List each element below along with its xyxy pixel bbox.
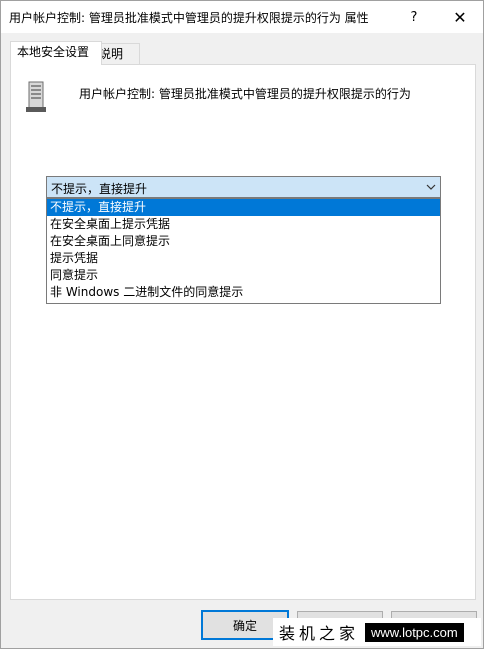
close-button[interactable]: ✕ bbox=[437, 1, 483, 33]
chevron-down-icon bbox=[426, 184, 436, 190]
setting-combobox[interactable]: 不提示，直接提升 bbox=[46, 176, 441, 198]
help-button[interactable]: ? bbox=[391, 1, 437, 33]
combobox-value: 不提示，直接提升 bbox=[51, 182, 148, 196]
properties-dialog: 用户帐户控制: 管理员批准模式中管理员的提升权限提示的行为 属性 ? ✕ 本地安… bbox=[0, 0, 484, 649]
option-prompt-credentials-secure-desktop[interactable]: 在安全桌面上提示凭据 bbox=[47, 216, 440, 233]
tab-local-security-setting[interactable]: 本地安全设置 bbox=[10, 41, 102, 65]
title-bar: 用户帐户控制: 管理员批准模式中管理员的提升权限提示的行为 属性 ? ✕ bbox=[1, 1, 483, 33]
help-icon: ? bbox=[410, 9, 418, 25]
option-no-prompt-elevate[interactable]: 不提示，直接提升 bbox=[47, 199, 440, 216]
combobox-dropdown-list: 不提示，直接提升 在安全桌面上提示凭据 在安全桌面上同意提示 提示凭据 同意提示… bbox=[46, 198, 441, 304]
server-policy-icon bbox=[26, 81, 46, 112]
watermark-url: www.lotpc.com bbox=[365, 622, 464, 642]
option-prompt-credentials[interactable]: 提示凭据 bbox=[47, 250, 440, 267]
option-prompt-consent-secure-desktop[interactable]: 在安全桌面上同意提示 bbox=[47, 233, 440, 250]
ok-button-label: 确定 bbox=[232, 618, 257, 633]
option-consent-non-windows-binaries[interactable]: 非 Windows 二进制文件的同意提示 bbox=[47, 284, 440, 301]
watermark: 装机之家 www.lotpc.com bbox=[273, 618, 481, 646]
close-icon: ✕ bbox=[453, 7, 467, 27]
watermark-text: 装机之家 bbox=[279, 624, 360, 643]
tab-panel: 用户帐户控制: 管理员批准模式中管理员的提升权限提示的行为 不提示，直接提升 不… bbox=[10, 64, 476, 600]
policy-title: 用户帐户控制: 管理员批准模式中管理员的提升权限提示的行为 bbox=[79, 87, 411, 101]
option-prompt-consent[interactable]: 同意提示 bbox=[47, 267, 440, 284]
window-title: 用户帐户控制: 管理员批准模式中管理员的提升权限提示的行为 属性 bbox=[9, 11, 369, 25]
